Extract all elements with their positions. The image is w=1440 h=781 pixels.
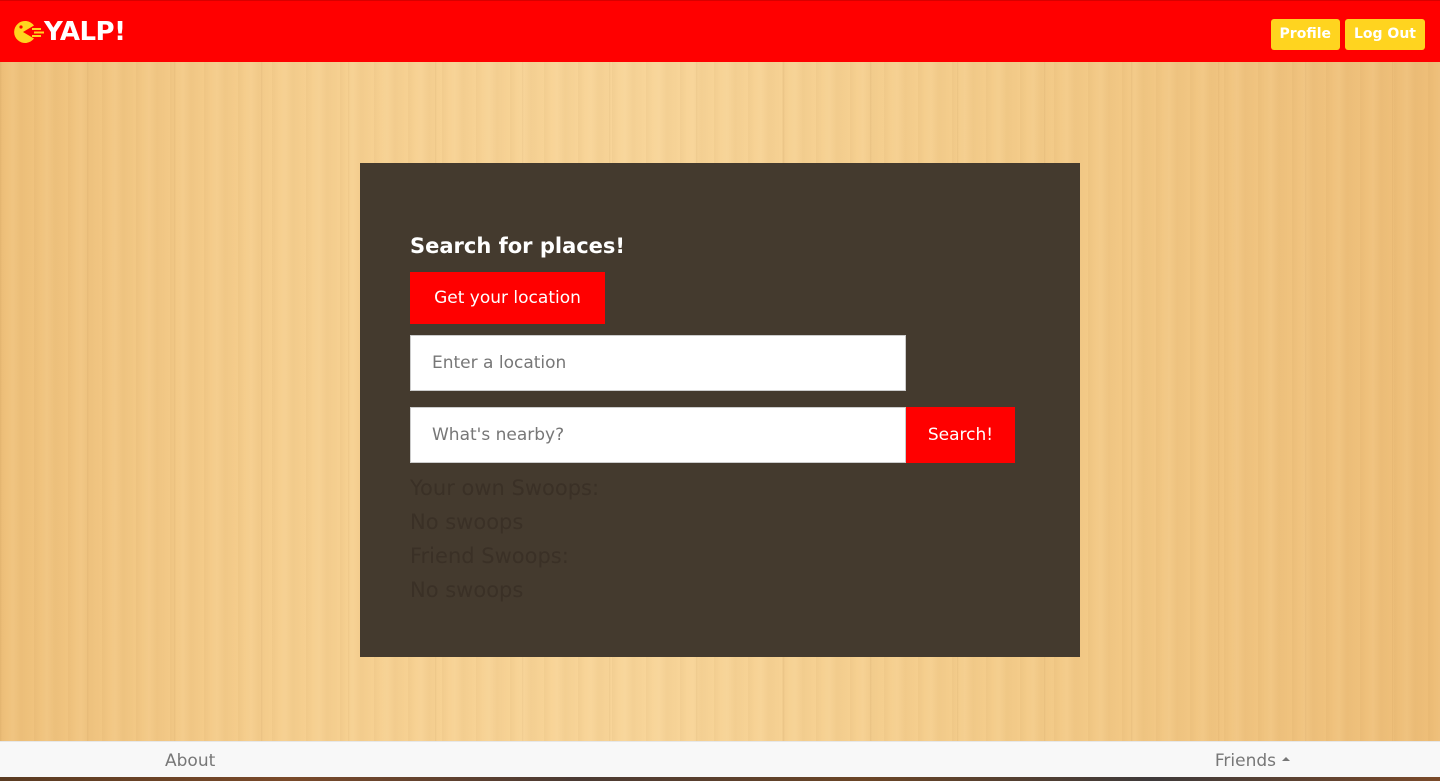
get-location-button[interactable]: Get your location — [410, 272, 605, 324]
own-swoops-heading: Your own Swoops: — [410, 476, 600, 500]
pacman-logo-icon — [14, 21, 44, 44]
search-panel: Search for places! Get your location Sea… — [360, 163, 1080, 657]
brand-title: YALP! — [44, 17, 126, 47]
friend-swoops-heading: Friend Swoops: — [410, 544, 569, 568]
search-panel-title: Search for places! — [410, 234, 626, 258]
nearby-input[interactable] — [410, 407, 906, 463]
swoops-section: Your own Swoops: No swoops Friend Swoops… — [410, 471, 1030, 607]
bottom-navbar: About Friends — [0, 741, 1440, 777]
location-input[interactable] — [410, 335, 906, 391]
bottom-image-strip — [0, 777, 1440, 781]
friends-label: Friends — [1214, 751, 1276, 771]
about-link[interactable]: About — [165, 742, 215, 778]
nearby-search-row: Search! — [410, 407, 1016, 463]
top-navbar: YALP! Profile Log Out — [0, 0, 1440, 62]
brand-logo[interactable]: YALP! — [10, 15, 126, 49]
search-button[interactable]: Search! — [906, 407, 1015, 463]
own-swoops-empty-text: No swoops — [410, 510, 524, 534]
caret-up-icon — [1282, 757, 1290, 761]
friend-swoops-empty-text: No swoops — [410, 578, 524, 602]
friends-dropup[interactable]: Friends — [1215, 742, 1290, 778]
nav-buttons: Profile Log Out — [1270, 19, 1425, 50]
logout-button[interactable]: Log Out — [1345, 19, 1425, 50]
profile-button[interactable]: Profile — [1270, 19, 1340, 50]
